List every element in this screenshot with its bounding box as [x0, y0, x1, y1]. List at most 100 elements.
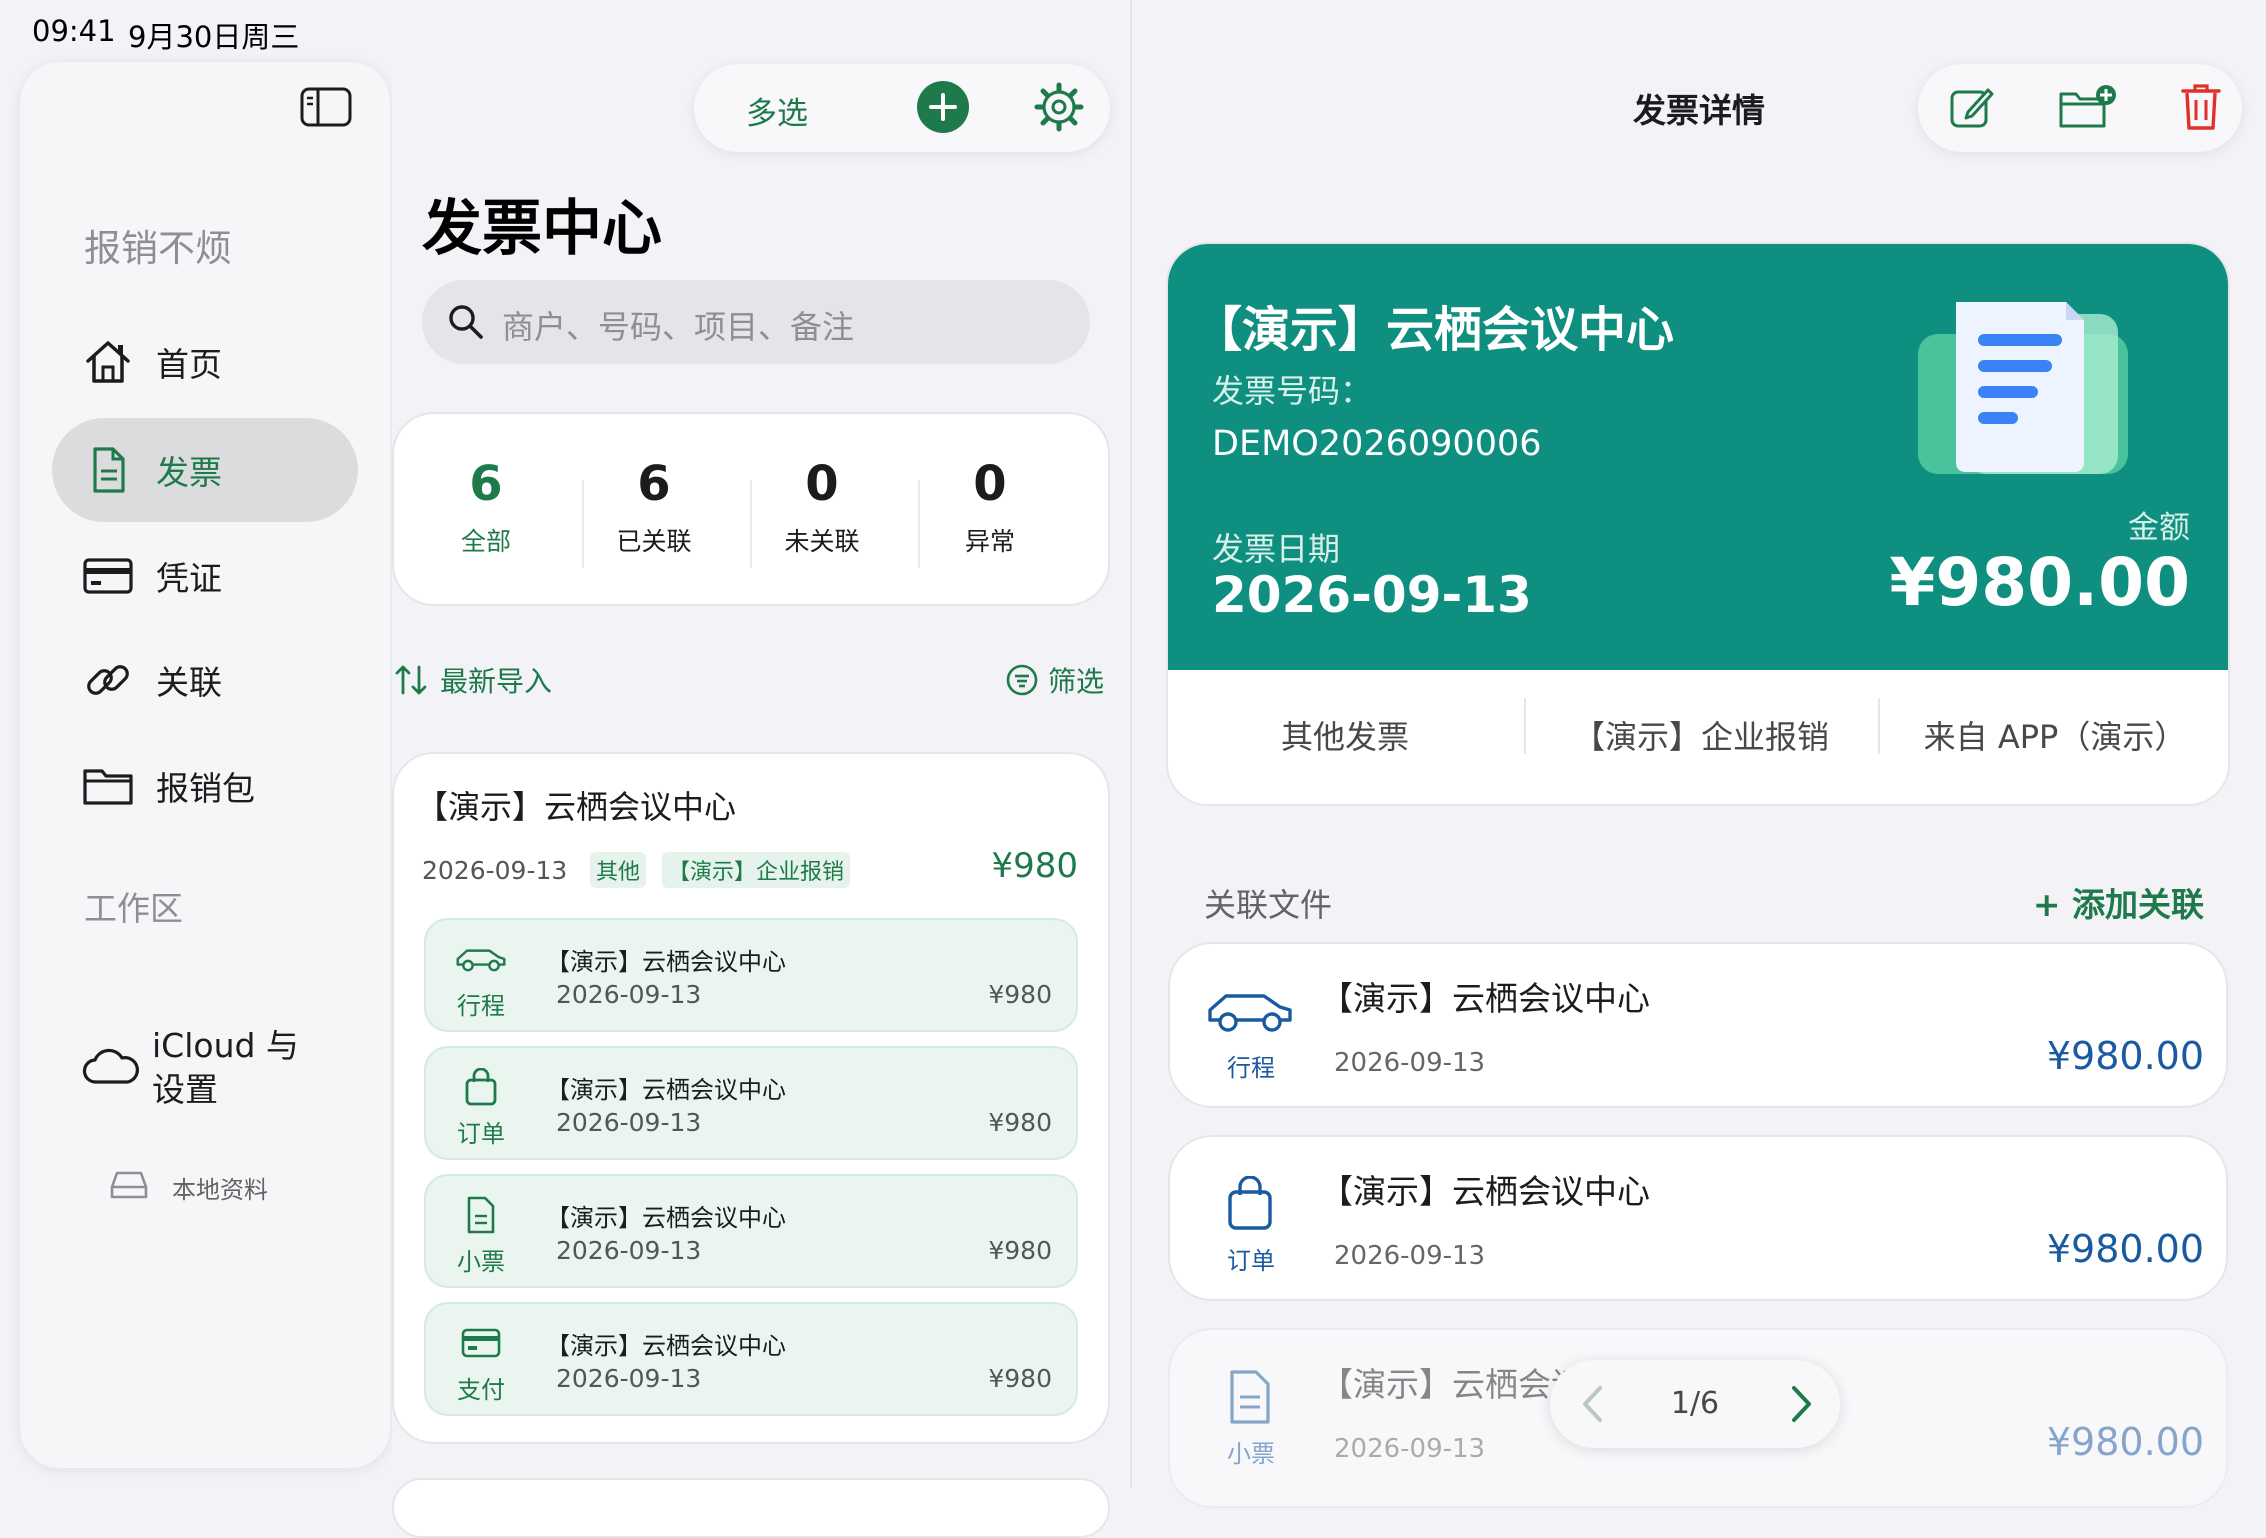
search-input[interactable]: 商户、号码、项目、备注	[422, 280, 1090, 364]
item-amount: ¥980.00	[2046, 1420, 2204, 1464]
item-amount: ¥980.00	[2046, 1034, 2204, 1078]
receipt-icon	[1204, 1366, 1296, 1428]
invoice-number-label: 发票号码：	[1212, 372, 1373, 410]
drive-icon	[110, 1170, 148, 1200]
sidebar-item-home[interactable]: 首页	[52, 310, 358, 414]
item-amount: ¥980	[988, 980, 1052, 1009]
list-item[interactable]: 支付 【演示】云栖会议中心 2026-09-13 ¥980	[424, 1302, 1078, 1416]
stat-linked[interactable]: 6 已关联	[570, 414, 738, 558]
hero-amount: ¥980.00	[1889, 544, 2190, 621]
stats-card: 6 全部 6 已关联 0 未关联 0 异常	[392, 412, 1110, 606]
item-date: 2026-09-13	[556, 1108, 702, 1137]
stat-label: 未关联	[784, 527, 860, 556]
reimbursement-tag: 【演示】企业报销	[662, 852, 851, 888]
document-icon	[82, 444, 134, 496]
add-icon[interactable]	[916, 80, 970, 134]
bag-icon	[1204, 1173, 1296, 1235]
sidebar-item-label: 关联	[156, 663, 222, 702]
house-icon	[82, 336, 134, 388]
list-item[interactable]: 小票 【演示】云栖会议中心 2026-09-13 ¥980	[424, 1174, 1078, 1288]
folder-icon	[82, 760, 134, 812]
reimbursement-package: 【演示】企业报销	[1572, 718, 1829, 756]
search-placeholder: 商户、号码、项目、备注	[502, 308, 855, 346]
related-files-heading: 关联文件	[1204, 886, 1333, 924]
payment-card-icon	[454, 1324, 508, 1362]
sidebar-item-icloud[interactable]: iCloud 与 设置	[52, 1010, 358, 1130]
invoice-title: 【演示】云栖会议中心	[416, 788, 737, 826]
sidebar-item-label: 凭证	[156, 559, 222, 598]
item-kind: 支付	[457, 1376, 505, 1404]
amount-label: 金额	[2128, 510, 2190, 546]
item-kind: 小票	[1227, 1440, 1275, 1468]
invoice-amount: ¥980	[991, 846, 1078, 886]
item-kind: 行程	[1227, 1054, 1275, 1082]
trash-icon[interactable]	[2180, 82, 2222, 132]
invoice-date: 2026-09-13	[422, 856, 568, 885]
item-date: 2026-09-13	[1334, 1048, 1486, 1078]
stat-label: 全部	[460, 527, 511, 556]
filter-button[interactable]: 筛选	[1006, 660, 1104, 700]
item-date: 2026-09-13	[556, 1236, 702, 1265]
item-kind: 订单	[457, 1120, 505, 1148]
stat-label: 异常	[964, 527, 1015, 556]
sort-icon	[394, 663, 428, 697]
item-kind: 行程	[457, 992, 505, 1020]
sidebar-toggle-icon[interactable]	[300, 86, 352, 128]
folder-add-icon[interactable]	[2058, 84, 2118, 130]
add-link-button[interactable]: + 添加关联	[2033, 878, 2204, 926]
item-title: 【演示】云栖会议中心	[546, 1076, 786, 1104]
item-amount: ¥980.00	[2046, 1227, 2204, 1271]
hero-banner: 【演示】云栖会议中心 发票号码： DEMO2026090006 发票日期 202…	[1168, 244, 2228, 670]
invoice-document-icon	[1908, 294, 2158, 494]
sidebar-item-voucher[interactable]: 凭证	[52, 524, 358, 628]
stat-value: 6	[637, 456, 671, 512]
list-item[interactable]: 订单 【演示】云栖会议中心 2026-09-13 ¥980	[424, 1046, 1078, 1160]
next-invoice-card[interactable]	[392, 1478, 1110, 1538]
invoice-source: 来自 APP（演示）	[1923, 718, 2187, 756]
item-title: 【演示】云栖会议中心	[546, 1204, 786, 1232]
car-icon	[1204, 980, 1296, 1042]
app-title: 报销不烦	[84, 227, 232, 270]
sidebar-item-package[interactable]: 报销包	[52, 734, 358, 838]
stat-all[interactable]: 6 全部	[402, 414, 570, 558]
hero-meta-row: 其他发票 【演示】企业报销 来自 APP（演示）	[1168, 670, 2228, 804]
card-icon	[82, 550, 134, 602]
sidebar: 报销不烦 首页 发票 凭证 关联 报销包 工作区 iCloud 与 设置 本地资…	[20, 62, 390, 1468]
related-file-card[interactable]: 行程 【演示】云栖会议中心 2026-09-13 ¥980.00	[1168, 942, 2228, 1108]
invoice-hero-card: 【演示】云栖会议中心 发票号码： DEMO2026090006 发票日期 202…	[1166, 242, 2230, 806]
stat-value: 6	[469, 456, 503, 512]
item-amount: ¥980	[988, 1364, 1052, 1393]
filter-label: 筛选	[1048, 665, 1105, 698]
item-title: 【演示】云栖会议中心	[546, 948, 786, 976]
item-date: 2026-09-13	[1334, 1434, 1486, 1464]
related-file-card[interactable]: 订单 【演示】云栖会议中心 2026-09-13 ¥980.00	[1168, 1135, 2228, 1301]
invoice-date-label: 发票日期	[1212, 530, 1341, 568]
sidebar-item-local[interactable]: 本地资料	[52, 1152, 358, 1222]
invoice-date: 2026-09-13	[1212, 566, 1532, 624]
car-icon	[454, 940, 508, 978]
stat-abnormal[interactable]: 0 异常	[906, 414, 1074, 558]
list-item[interactable]: 行程 【演示】云栖会议中心 2026-09-13 ¥980	[424, 918, 1078, 1032]
sidebar-item-invoice[interactable]: 发票	[52, 418, 358, 522]
sidebar-item-label: 首页	[156, 345, 222, 384]
invoice-number: DEMO2026090006	[1212, 424, 1542, 464]
chevron-right-icon[interactable]	[1790, 1384, 1814, 1424]
item-date: 2026-09-13	[556, 980, 702, 1009]
stat-value: 0	[973, 456, 1007, 512]
invoice-card[interactable]: 【演示】云栖会议中心 2026-09-13 其他 【演示】企业报销 ¥980 行…	[392, 752, 1110, 1444]
item-amount: ¥980	[988, 1108, 1052, 1137]
invoice-type: 其他发票	[1280, 718, 1409, 756]
multi-select-button[interactable]: 多选	[746, 88, 808, 133]
icloud-label: iCloud 与 设置	[152, 1026, 299, 1109]
sort-button[interactable]: 最新导入	[394, 660, 552, 700]
item-title: 【演示】云栖会议中心	[1320, 979, 1650, 1018]
stat-label: 已关联	[616, 527, 692, 556]
sidebar-item-link[interactable]: 关联	[52, 628, 358, 732]
link-icon	[82, 654, 134, 706]
workspace-heading: 工作区	[84, 889, 183, 928]
pager: 1/6	[1550, 1360, 1840, 1448]
stat-unlinked[interactable]: 0 未关联	[738, 414, 906, 558]
edit-icon[interactable]	[1948, 84, 1996, 132]
status-date: 9月30日周三	[128, 20, 300, 54]
gear-icon[interactable]	[1034, 82, 1084, 132]
